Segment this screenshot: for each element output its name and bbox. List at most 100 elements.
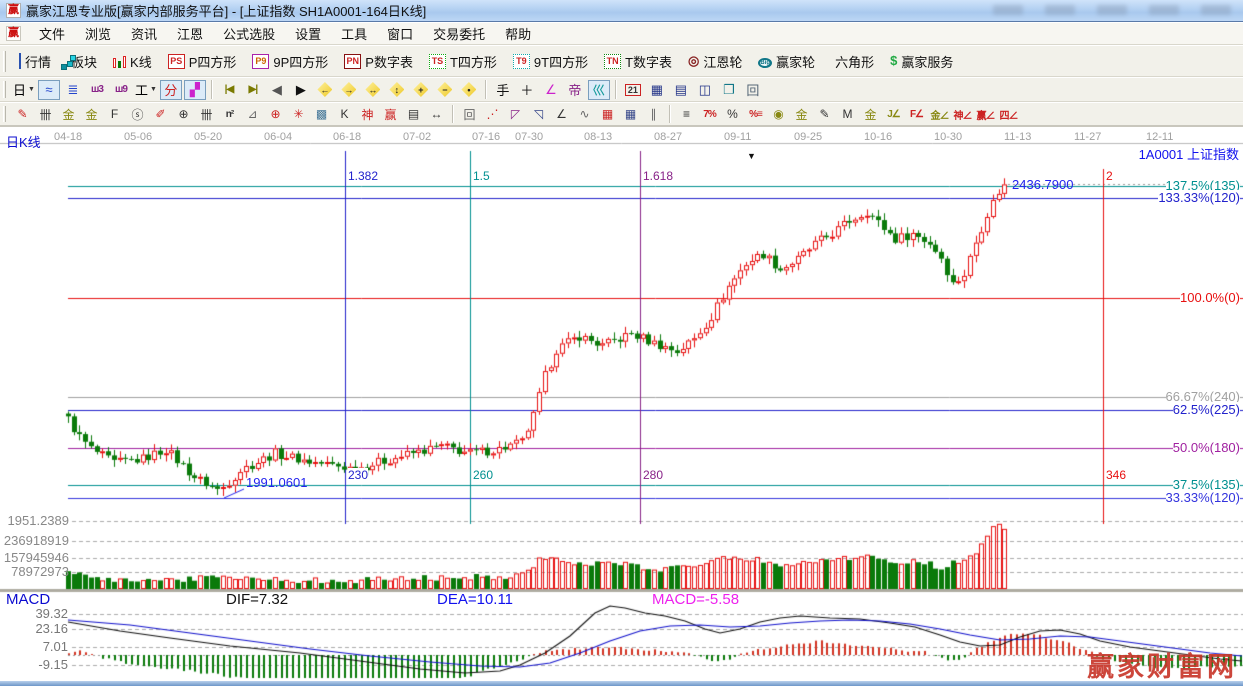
tool-sketch-tool[interactable]: ≈: [38, 80, 60, 100]
menu-item-3[interactable]: 资讯: [121, 22, 167, 45]
tool-gold-underline[interactable]: 金: [860, 105, 881, 124]
tool-shen-angle[interactable]: 神∠: [952, 105, 973, 124]
tool-expand-vertical[interactable]: ↕: [386, 80, 408, 100]
tool-pattern-tool[interactable]: 巛: [588, 80, 610, 100]
menu-item-4[interactable]: 江恩: [167, 22, 213, 45]
menu-item-10[interactable]: 帮助: [495, 22, 541, 45]
tool-shen-tool[interactable]: 神: [357, 105, 378, 124]
tool-fibonacci-grid[interactable]: F: [104, 105, 125, 124]
tool-wave-tool[interactable]: ∿: [574, 105, 595, 124]
tool-annotate-pen[interactable]: ✎: [814, 105, 835, 124]
tool-gann-fan[interactable]: ⋰: [482, 105, 503, 124]
tool-percent-7[interactable]: 7%: [699, 105, 720, 124]
tool-shift-right[interactable]: →: [338, 80, 360, 100]
toolbar-button-p-square[interactable]: PSP四方形: [160, 48, 245, 75]
tool-calendar[interactable]: 21: [622, 80, 644, 100]
tool-tick-chart[interactable]: 分: [160, 80, 182, 100]
tool-circle-cycle[interactable]: ⊕: [173, 105, 194, 124]
tool-radial-web[interactable]: ✳: [288, 105, 309, 124]
tool-f-angle[interactable]: F∠: [906, 105, 927, 124]
tool-ying-tool[interactable]: 赢: [380, 105, 401, 124]
tool-multi-chart-3[interactable]: ш3: [86, 80, 108, 100]
menu-item-6[interactable]: 设置: [285, 22, 331, 45]
toolbar-button-p-number[interactable]: PNP数字表: [336, 48, 421, 75]
tool-angle-measure[interactable]: ∠: [540, 80, 562, 100]
toolbar-button-kline[interactable]: K线: [105, 48, 160, 75]
tool-angle-lines[interactable]: ∠: [551, 105, 572, 124]
tool-web-grid[interactable]: ▩: [311, 105, 332, 124]
tool-k-marker[interactable]: K: [334, 105, 355, 124]
tool-printer[interactable]: 回: [742, 80, 764, 100]
candlestick-chart-canvas[interactable]: [0, 128, 1243, 681]
tool-target-circle[interactable]: ⊕: [265, 105, 286, 124]
tool-fan-square[interactable]: ◹: [528, 105, 549, 124]
tool-gold-angle[interactable]: 金∠: [929, 105, 950, 124]
toolbar-button-winner-wheel[interactable]: Big赢家轮: [750, 48, 823, 75]
tool-save[interactable]: ◫: [694, 80, 716, 100]
tool-percent[interactable]: %: [722, 105, 743, 124]
tool-ying-angle[interactable]: 赢∠: [975, 105, 996, 124]
toolbar-button-t-square[interactable]: TST四方形: [421, 48, 505, 75]
tool-intraday-chart[interactable]: ▞: [184, 80, 206, 100]
tool-notes[interactable]: ▤: [670, 80, 692, 100]
menu-item-9[interactable]: 交易委托: [423, 22, 495, 45]
menu-item-2[interactable]: 浏览: [75, 22, 121, 45]
toolbar-button-winner-service[interactable]: $赢家服务: [882, 48, 961, 75]
menu-item-5[interactable]: 公式选股: [213, 22, 285, 45]
toolbar-button-9p-square[interactable]: P99P四方形: [244, 48, 336, 75]
tool-percent-lines[interactable]: %≡: [745, 105, 766, 124]
tool-period-day-selector[interactable]: 日▼: [12, 80, 36, 100]
tool-angle-ruler[interactable]: ⊿: [242, 105, 263, 124]
tool-calculator[interactable]: ▦: [646, 80, 668, 100]
tool-pen-ruler[interactable]: ✐: [150, 105, 171, 124]
tool-zoom-in[interactable]: +: [410, 80, 432, 100]
tool-width-measure[interactable]: ↔: [426, 105, 447, 124]
tool-page-right[interactable]: ▶: [290, 80, 312, 100]
tool-wave-average[interactable]: M: [837, 105, 858, 124]
tool-shift-left[interactable]: ←: [314, 80, 336, 100]
tool-grid-red[interactable]: ▦: [597, 105, 618, 124]
tool-price-ruler[interactable]: ▤: [403, 105, 424, 124]
tool-last-page[interactable]: ▶|: [242, 80, 264, 100]
tool-expand-horizontal[interactable]: ↔: [362, 80, 384, 100]
sketch-tool-icon: ≈: [45, 82, 52, 97]
tool-first-page[interactable]: |◀: [218, 80, 240, 100]
tool-grid-blue[interactable]: ▦: [620, 105, 641, 124]
tool-spiral-tool[interactable]: ⓢ: [127, 105, 148, 124]
tool-square-of-nine[interactable]: n²: [219, 105, 240, 124]
tool-multi-chart-9[interactable]: ш9: [110, 80, 132, 100]
toolbar-button-9t-square[interactable]: T99T四方形: [505, 48, 596, 75]
tool-fan-box[interactable]: ◸: [505, 105, 526, 124]
tool-crosshair[interactable]: ＋: [516, 80, 538, 100]
tool-gann-line-group[interactable]: 卌: [35, 105, 56, 124]
toolbar-button-hexagon[interactable]: 六角形: [823, 48, 882, 75]
tool-reset-view[interactable]: •: [458, 80, 480, 100]
toolbar-button-quotes[interactable]: 行情: [11, 48, 59, 75]
tool-si-angle[interactable]: 四∠: [998, 105, 1019, 124]
tool-network[interactable]: ❐: [718, 80, 740, 100]
tool-zoom-out[interactable]: −: [434, 80, 456, 100]
tool-gold-grid-2[interactable]: 金: [81, 105, 102, 124]
tool-pen-tool[interactable]: ✎: [12, 105, 33, 124]
pen-tool-icon: ✎: [17, 107, 27, 121]
toolbar-button-gann-wheel[interactable]: ◎江恩轮: [680, 48, 750, 75]
menu-item-7[interactable]: 工具: [331, 22, 377, 45]
tool-gold-lines[interactable]: 金: [791, 105, 812, 124]
tool-box-tool[interactable]: 回: [459, 105, 480, 124]
tick-chart-icon: 分: [164, 80, 177, 99]
toolbar-button-sectors[interactable]: 板块: [59, 48, 105, 75]
toolbar-button-t-number[interactable]: TNT数字表: [596, 48, 680, 75]
menu-item-8[interactable]: 窗口: [377, 22, 423, 45]
tool-gold-circle[interactable]: ◉: [768, 105, 789, 124]
tool-time-grid[interactable]: 卌: [196, 105, 217, 124]
tool-candle-style-selector[interactable]: 工▼: [134, 80, 158, 100]
tool-page-left[interactable]: ◀: [266, 80, 288, 100]
tool-parallel-lines[interactable]: ∥: [643, 105, 664, 124]
tool-j-angle[interactable]: J∠: [883, 105, 904, 124]
tool-measure-list[interactable]: ≡: [676, 105, 697, 124]
menu-item-1[interactable]: 文件: [29, 22, 75, 45]
tool-pan-hand[interactable]: 手: [492, 80, 514, 100]
tool-gold-grid-1[interactable]: 金: [58, 105, 79, 124]
tool-info-list[interactable]: ≣: [62, 80, 84, 100]
tool-gann-marker[interactable]: 帝: [564, 80, 586, 100]
